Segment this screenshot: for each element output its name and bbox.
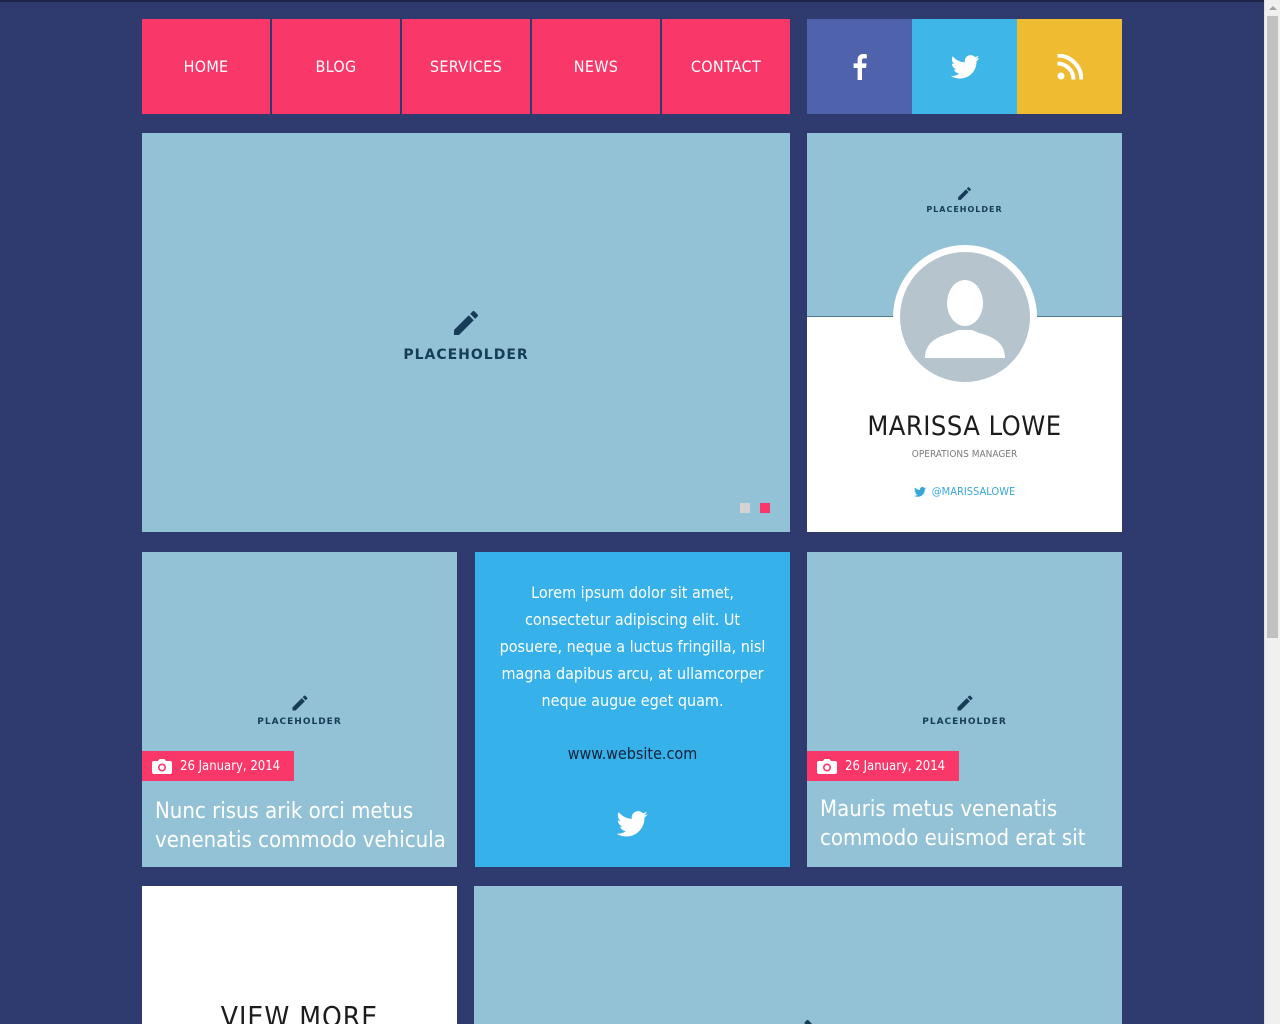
placeholder-label: PLACEHOLDER: [926, 205, 1003, 214]
nav-item-blog[interactable]: BLOG: [272, 19, 400, 114]
page-scrollbar[interactable]: [1264, 0, 1280, 1024]
pencil-icon: [804, 1019, 812, 1024]
slider-dot[interactable]: [740, 503, 750, 513]
main-nav: HOME BLOG SERVICES NEWS CONTACT: [142, 19, 790, 114]
window-top-edge: [0, 0, 1264, 2]
camera-icon: [152, 759, 172, 774]
camera-icon: [817, 759, 837, 774]
pencil-icon: [454, 310, 479, 335]
view-more-label: VIEW MORE: [220, 1000, 379, 1024]
profile-card: PLACEHOLDER MARISSA LOWE OPERATIONS MANA…: [807, 133, 1122, 532]
placeholder: PLACEHOLDER: [807, 693, 1122, 727]
avatar: [893, 245, 1037, 389]
nav-item-label: BLOG: [315, 57, 357, 76]
tweet-text: Lorem ipsum dolor sit amet, consectetur …: [499, 583, 766, 710]
nav-item-contact[interactable]: CONTACT: [662, 19, 790, 114]
profile-twitter-link[interactable]: @MARISSALOWE: [807, 485, 1122, 498]
date-badge: 26 January, 2014: [807, 751, 960, 781]
twitter-button[interactable]: [912, 19, 1017, 114]
rss-button[interactable]: [1017, 19, 1122, 114]
placeholder: PLACEHOLDER: [807, 185, 1122, 214]
user-silhouette-icon: [925, 280, 1005, 358]
post-title[interactable]: Nunc risus arik orci metus venenatis com…: [155, 797, 447, 855]
rss-icon: [1056, 53, 1083, 80]
profile-name: MARISSA LOWE: [867, 411, 1062, 442]
pencil-icon: [958, 187, 971, 200]
nav-item-label: NEWS: [573, 57, 619, 76]
post-title[interactable]: Mauris metus venenatis commodo euismod e…: [820, 795, 1112, 853]
slider-dot-active[interactable]: [760, 503, 770, 513]
view-more-tile[interactable]: VIEW MORE: [142, 886, 457, 1024]
hero-slider: PLACEHOLDER: [142, 133, 790, 532]
social-links: [807, 19, 1122, 114]
scrollbar-thumb[interactable]: [1267, 16, 1278, 638]
nav-item-home[interactable]: HOME: [142, 19, 270, 114]
twitter-icon: [913, 486, 926, 497]
post-date: 26 January, 2014: [180, 758, 281, 774]
profile-handle: @MARISSALOWE: [931, 485, 1016, 498]
twitter-icon: [616, 811, 648, 837]
nav-item-label: CONTACT: [690, 57, 762, 76]
pencil-icon: [292, 695, 308, 711]
profile-role: OPERATIONS MANAGER: [911, 449, 1018, 460]
placeholder: PLACEHOLDER: [142, 693, 457, 727]
website-link[interactable]: www.website.com: [475, 744, 790, 763]
image-tile: [474, 886, 1122, 1024]
facebook-button[interactable]: [807, 19, 912, 114]
post-card[interactable]: PLACEHOLDER 26 January, 2014 Mauris metu…: [807, 552, 1122, 867]
placeholder-label: PLACEHOLDER: [922, 717, 1007, 727]
placeholder: PLACEHOLDER: [142, 307, 790, 363]
twitter-icon: [950, 54, 979, 79]
nav-item-news[interactable]: NEWS: [532, 19, 660, 114]
placeholder-label: PLACEHOLDER: [257, 717, 342, 727]
post-date: 26 January, 2014: [845, 758, 946, 774]
nav-item-label: SERVICES: [429, 57, 503, 76]
placeholder-label: PLACEHOLDER: [403, 347, 529, 363]
scroll-up-arrow-icon[interactable]: [1265, 0, 1280, 16]
pencil-icon: [957, 695, 973, 711]
date-badge: 26 January, 2014: [142, 751, 295, 781]
nav-item-services[interactable]: SERVICES: [402, 19, 530, 114]
nav-item-label: HOME: [183, 57, 229, 76]
tweet-card: Lorem ipsum dolor sit amet, consectetur …: [475, 552, 790, 867]
post-card[interactable]: PLACEHOLDER 26 January, 2014 Nunc risus …: [142, 552, 457, 867]
facebook-icon: [853, 53, 867, 80]
